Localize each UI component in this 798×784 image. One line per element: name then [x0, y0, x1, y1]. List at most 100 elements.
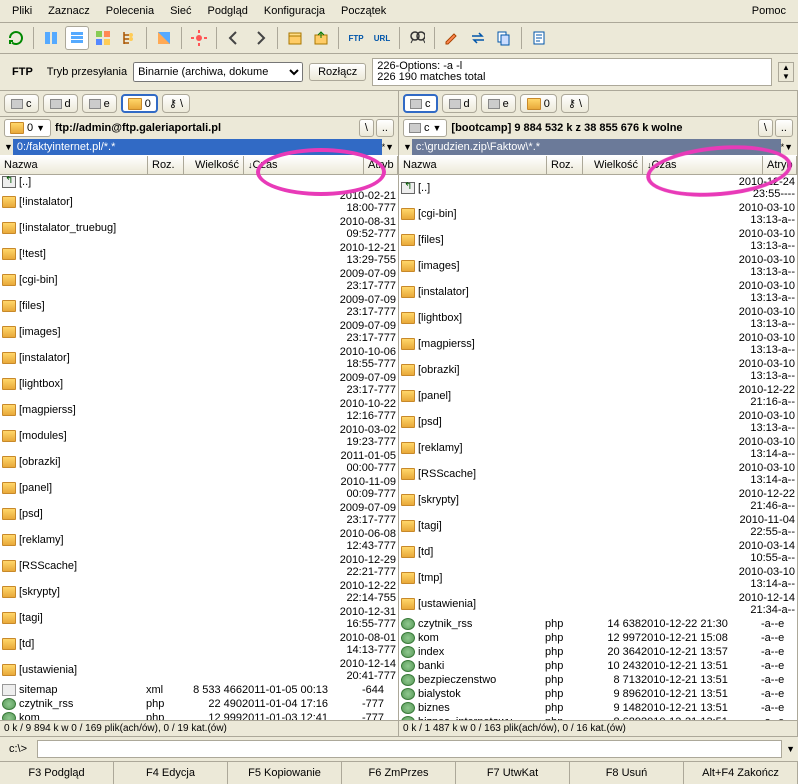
left-up-button[interactable]: .. — [376, 119, 394, 137]
right-history-dropdown[interactable]: ▼ — [403, 142, 412, 152]
right-root-button[interactable]: \ — [758, 119, 773, 137]
left-col-size[interactable]: Wielkość — [184, 156, 244, 174]
file-row[interactable]: [panel]2010-12-22 21:16-a-- — [399, 383, 797, 409]
left-drive-0[interactable]: 0 — [121, 94, 158, 113]
right-col-size[interactable]: Wielkość — [583, 156, 643, 174]
command-input[interactable] — [37, 740, 782, 758]
f7-mkdir[interactable]: F7 UtwKat — [456, 762, 570, 784]
file-row[interactable]: [files]2009-07-09 23:17-777 — [0, 293, 398, 319]
right-drive-d[interactable]: d — [442, 94, 477, 113]
file-row[interactable]: [!test]2010-12-21 13:29-755 — [0, 241, 398, 267]
f3-view[interactable]: F3 Podgląd — [0, 762, 114, 784]
file-row[interactable]: [..]2010-12-24 23:55---- — [399, 175, 797, 201]
left-col-name[interactable]: Nazwa — [0, 156, 148, 174]
file-row[interactable]: [td]2010-03-14 10:55-a-- — [399, 539, 797, 565]
file-row[interactable]: [magpierss]2010-03-10 13:13-a-- — [399, 331, 797, 357]
unpack-icon[interactable] — [309, 26, 333, 50]
file-row[interactable]: [instalator]2010-03-10 13:13-a-- — [399, 279, 797, 305]
right-drive-c[interactable]: c — [403, 94, 438, 113]
file-row[interactable]: biznesphp9 1482010-12-21 13:51-a--e — [399, 701, 797, 715]
file-row[interactable]: komphp12 9992011-01-03 12:41-777 — [0, 711, 398, 720]
left-drive-d[interactable]: d — [43, 94, 78, 113]
back-icon[interactable] — [222, 26, 246, 50]
left-drive-dropdown[interactable]: 0▼ — [4, 119, 51, 137]
rename-icon[interactable] — [440, 26, 464, 50]
file-row[interactable]: [cgi-bin]2010-03-10 13:13-a-- — [399, 201, 797, 227]
menu-konfiguracja[interactable]: Konfiguracja — [256, 2, 333, 20]
right-drive-0[interactable]: 0 — [520, 94, 557, 113]
left-col-time[interactable]: ↓Czas — [244, 156, 364, 174]
copy-names-icon[interactable] — [492, 26, 516, 50]
left-drive-net[interactable]: ⚷\ — [162, 94, 190, 113]
file-row[interactable]: [images]2009-07-09 23:17-777 — [0, 319, 398, 345]
left-col-attr[interactable]: Atryb — [364, 156, 398, 174]
right-col-ext[interactable]: Roz. — [547, 156, 583, 174]
disconnect-button[interactable]: Rozłącz — [309, 63, 366, 81]
menu-pliki[interactable]: Pliki — [4, 2, 40, 20]
left-root-button[interactable]: \ — [359, 119, 374, 137]
pack-icon[interactable] — [283, 26, 307, 50]
left-drive-c[interactable]: c — [4, 94, 39, 113]
file-row[interactable]: komphp12 9972010-12-21 15:08-a--e — [399, 631, 797, 645]
f8-delete[interactable]: F8 Usuń — [570, 762, 684, 784]
view-thumbs-icon[interactable] — [91, 26, 115, 50]
file-row[interactable]: sitemapxml8 533 4662011-01-05 00:13-644 — [0, 683, 398, 697]
menu-zaznacz[interactable]: Zaznacz — [40, 2, 98, 20]
left-filter[interactable]: 0:/faktyinternet.pl/*.* — [13, 139, 382, 155]
file-row[interactable]: czytnik_rssphp22 4902011-01-04 17:16-777 — [0, 697, 398, 711]
menu-poczatek[interactable]: Początek — [333, 2, 394, 20]
file-row[interactable]: [..] — [0, 175, 398, 189]
f4-edit[interactable]: F4 Edycja — [114, 762, 228, 784]
left-col-ext[interactable]: Roz. — [148, 156, 184, 174]
menu-pomoc[interactable]: Pomoc — [744, 2, 794, 20]
left-filelist[interactable]: [..][!instalator]2010-02-21 18:00-777[!i… — [0, 175, 398, 720]
menu-polecenia[interactable]: Polecenia — [98, 2, 162, 20]
file-row[interactable]: [RSScache]2010-03-10 13:14-a-- — [399, 461, 797, 487]
file-row[interactable]: [ustawienia]2010-12-14 20:41-777 — [0, 657, 398, 683]
file-row[interactable]: [tmp]2010-03-10 13:14-a-- — [399, 565, 797, 591]
invert-icon[interactable] — [152, 26, 176, 50]
forward-icon[interactable] — [248, 26, 272, 50]
file-row[interactable]: [ustawienia]2010-12-14 21:34-a-- — [399, 591, 797, 617]
config-icon[interactable] — [187, 26, 211, 50]
sync-icon[interactable] — [466, 26, 490, 50]
right-up-button[interactable]: .. — [775, 119, 793, 137]
status-scroll[interactable]: ▲▼ — [778, 62, 794, 82]
right-drive-net[interactable]: ⚷\ — [561, 94, 589, 113]
url-icon[interactable]: URL — [370, 26, 394, 50]
menu-siec[interactable]: Sieć — [162, 2, 199, 20]
file-row[interactable]: [lightbox]2009-07-09 23:17-777 — [0, 371, 398, 397]
file-row[interactable]: bezpieczenstwophp8 7132010-12-21 13:51-a… — [399, 673, 797, 687]
file-row[interactable]: bankiphp10 2432010-12-21 13:51-a--e — [399, 659, 797, 673]
right-filter[interactable]: c:\grudzien.zip\Faktow\*.* — [412, 139, 781, 155]
right-drive-dropdown[interactable]: c▼ — [403, 119, 447, 137]
refresh-icon[interactable] — [4, 26, 28, 50]
transfer-mode-select[interactable]: Binarnie (archiwa, dokume — [133, 62, 303, 82]
file-row[interactable]: indexphp20 3642010-12-21 13:57-a--e — [399, 645, 797, 659]
file-row[interactable]: [RSScache]2010-12-29 22:21-777 — [0, 553, 398, 579]
file-row[interactable]: [reklamy]2010-03-10 13:14-a-- — [399, 435, 797, 461]
file-row[interactable]: [lightbox]2010-03-10 13:13-a-- — [399, 305, 797, 331]
view-brief-icon[interactable] — [39, 26, 63, 50]
right-col-time[interactable]: ↓Czas — [643, 156, 763, 174]
file-row[interactable]: [reklamy]2010-06-08 12:43-777 — [0, 527, 398, 553]
file-row[interactable]: [tagi]2010-11-04 22:55-a-- — [399, 513, 797, 539]
file-row[interactable]: [cgi-bin]2009-07-09 23:17-777 — [0, 267, 398, 293]
view-tree-icon[interactable] — [117, 26, 141, 50]
view-full-icon[interactable] — [65, 26, 89, 50]
file-row[interactable]: [panel]2010-11-09 00:09-777 — [0, 475, 398, 501]
right-col-name[interactable]: Nazwa — [399, 156, 547, 174]
f5-copy[interactable]: F5 Kopiowanie — [228, 762, 342, 784]
f6-move[interactable]: F6 ZmPrzes — [342, 762, 456, 784]
file-row[interactable]: [obrazki]2010-03-10 13:13-a-- — [399, 357, 797, 383]
file-row[interactable]: [skrypty]2010-12-22 22:14-755 — [0, 579, 398, 605]
notepad-icon[interactable] — [527, 26, 551, 50]
file-row[interactable]: [instalator]2010-10-06 18:55-777 — [0, 345, 398, 371]
file-row[interactable]: [obrazki]2011-01-05 00:00-777 — [0, 449, 398, 475]
left-drive-e[interactable]: e — [82, 94, 117, 113]
command-history-dropdown[interactable]: ▼ — [786, 744, 795, 754]
file-row[interactable]: [!instalator_truebug]2010-08-31 09:52-77… — [0, 215, 398, 241]
file-row[interactable]: [files]2010-03-10 13:13-a-- — [399, 227, 797, 253]
file-row[interactable]: bialystokphp9 8962010-12-21 13:51-a--e — [399, 687, 797, 701]
right-filelist[interactable]: [..]2010-12-24 23:55----[cgi-bin]2010-03… — [399, 175, 797, 720]
